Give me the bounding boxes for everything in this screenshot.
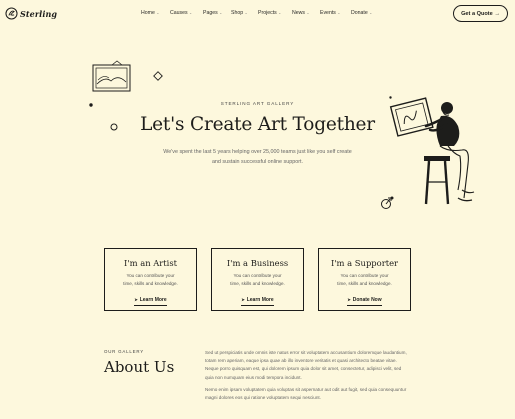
get-a-quote-label: Get a Quote	[461, 10, 493, 17]
about-eyebrow: OUR GALLERY	[104, 349, 144, 354]
chevron-down-icon: ⌄	[306, 11, 310, 15]
small-arrow-icon: ➤	[241, 296, 245, 302]
about-title: About Us	[104, 358, 175, 376]
nav-item-news[interactable]: News ⌄	[292, 10, 310, 16]
card-description-line: time, skills and knowledge.	[230, 280, 285, 286]
framed-picture-icon	[92, 60, 131, 92]
card-description: You can contribute your time, skills and…	[119, 272, 182, 288]
hero-subtitle-line: We've spent the last 5 years helping ove…	[163, 149, 352, 155]
card-description-line: You can contribute your	[340, 273, 389, 278]
card-title: I'm a Supporter	[330, 258, 399, 268]
hero-eyebrow: STERLING ART GALLERY	[220, 101, 295, 106]
arrow-right-icon: →	[494, 10, 500, 17]
nav-item-events[interactable]: Events ⌄	[320, 10, 340, 16]
card-description: You can contribute your time, skills and…	[333, 272, 396, 288]
card-description-line: time, skills and knowledge.	[337, 280, 392, 286]
link-label: Donate Now	[352, 296, 382, 303]
nav-item-home[interactable]: Home ⌄	[141, 10, 159, 16]
small-arrow-icon: ➤	[347, 296, 351, 302]
chevron-down-icon: ⌄	[278, 11, 282, 15]
chevron-down-icon: ⌄	[189, 11, 193, 15]
about-text: Sed ut perspiciatis unde omnis iste natu…	[205, 349, 410, 406]
get-a-quote-button[interactable]: Get a Quote →	[453, 5, 508, 22]
dot-icon	[390, 196, 394, 200]
about-paragraph: Sed ut perspiciatis unde omnis iste natu…	[205, 350, 407, 380]
nav-item-causes[interactable]: Causes ⌄	[170, 10, 192, 16]
card-description-line: You can contribute your	[233, 273, 282, 278]
card-business: I'm a Business You can contribute your t…	[211, 248, 304, 311]
card-title: I'm an Artist	[123, 258, 178, 268]
diamond-icon	[153, 71, 163, 81]
about-paragraph: Nemo enim ipsam voluptatem quia voluptas…	[205, 386, 407, 401]
nav-item-projects[interactable]: Projects ⌄	[258, 10, 281, 16]
site-header: Sterling Home ⌄ Causes ⌄ Pages ⌄ Shop ⌄ Proj…	[0, 0, 515, 30]
chevron-down-icon: ⌄	[219, 11, 223, 15]
nav-item-shop[interactable]: Shop ⌄	[231, 10, 248, 16]
nav-label: Donate	[351, 10, 368, 16]
link-label: Learn More	[246, 296, 274, 303]
link-label: Learn More	[139, 296, 167, 303]
small-arrow-icon: ➤	[134, 296, 138, 302]
nav-label: Pages	[203, 10, 218, 16]
chevron-down-icon: ⌄	[369, 11, 373, 15]
hero-subtitle-line: and sustain successful online support.	[211, 158, 304, 165]
hero-title: Let's Create Art Together	[140, 114, 375, 135]
chevron-down-icon: ⌄	[244, 11, 248, 15]
chevron-down-icon: ⌄	[337, 11, 341, 15]
card-artist: I'm an Artist You can contribute your ti…	[104, 248, 197, 311]
nav-label: Shop	[231, 10, 244, 16]
chevron-down-icon: ⌄	[156, 11, 160, 15]
card-title: I'm a Business	[226, 258, 289, 268]
nav-label: Projects	[258, 10, 277, 16]
card-description-line: time, skills and knowledge.	[123, 280, 178, 286]
learn-more-link[interactable]: ➤ Learn More	[134, 296, 167, 306]
card-supporter: I'm a Supporter You can contribute your …	[318, 248, 411, 311]
nav-item-donate[interactable]: Donate ⌄	[351, 10, 372, 16]
hero-subtitle: We've spent the last 5 years helping ove…	[0, 148, 515, 167]
nav-label: Events	[320, 10, 336, 16]
main-nav: Home ⌄ Causes ⌄ Pages ⌄ Shop ⌄ Projects ⌄ New…	[0, 10, 515, 20]
nav-label: Home	[141, 10, 155, 16]
donate-now-link[interactable]: ➤ Donate Now	[347, 296, 382, 306]
card-description: You can contribute your time, skills and…	[226, 272, 289, 288]
nav-item-pages[interactable]: Pages ⌄	[203, 10, 222, 16]
learn-more-link[interactable]: ➤ Learn More	[241, 296, 274, 306]
card-description-line: You can contribute your	[126, 273, 175, 278]
nav-label: Causes	[170, 10, 188, 16]
nav-label: News	[292, 10, 305, 16]
